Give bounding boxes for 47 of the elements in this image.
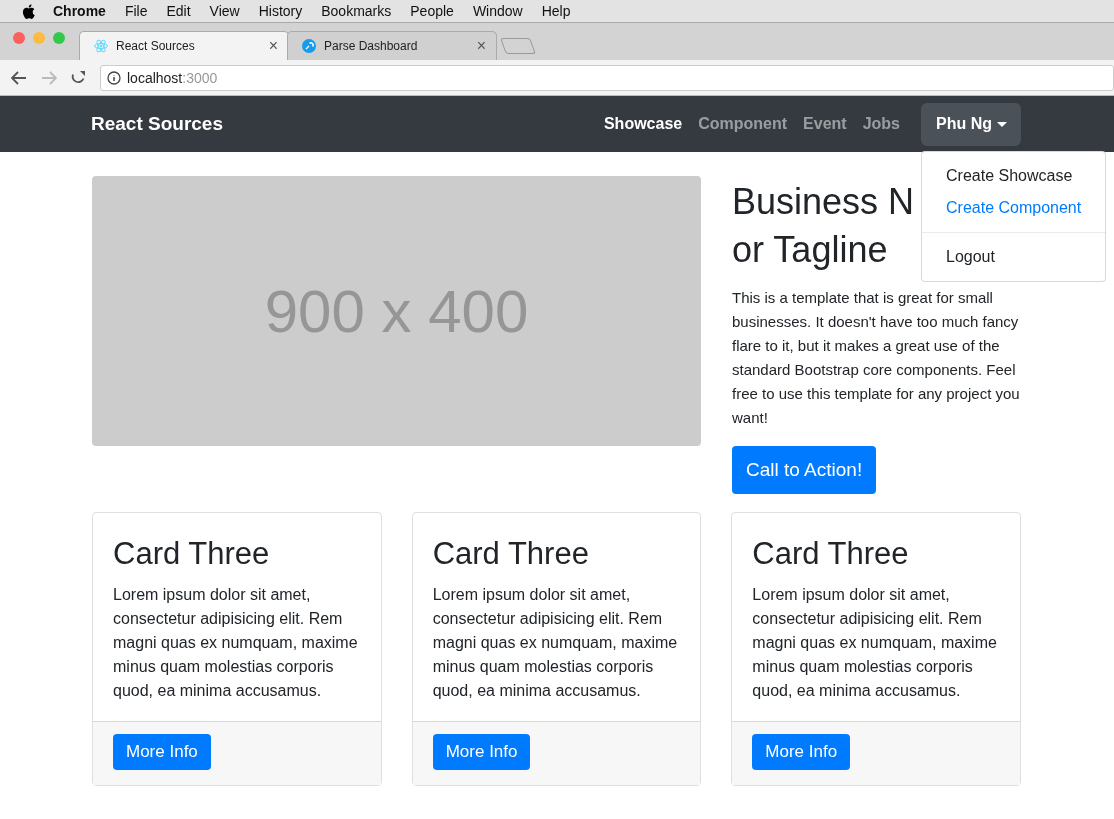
menu-item[interactable]: Bookmarks xyxy=(321,3,392,19)
menu-item[interactable]: View xyxy=(209,3,240,19)
menu-item[interactable]: Help xyxy=(541,3,571,19)
dropdown-item[interactable]: Logout xyxy=(922,240,1105,273)
nav-link[interactable]: Jobs xyxy=(862,115,900,133)
browser-tab[interactable]: Parse Dashboard × xyxy=(287,31,497,60)
menu-item[interactable]: Chrome xyxy=(53,3,106,19)
nav-link[interactable]: Showcase xyxy=(603,115,683,133)
user-menu-button[interactable]: Phu Ng xyxy=(921,102,1021,146)
more-info-button[interactable]: More Info xyxy=(113,734,211,770)
close-window-icon[interactable] xyxy=(13,32,25,44)
minimize-window-icon[interactable] xyxy=(33,32,45,44)
zoom-window-icon[interactable] xyxy=(53,32,65,44)
nav-link[interactable]: Event xyxy=(803,115,847,133)
close-icon[interactable]: × xyxy=(268,37,278,55)
call-to-action-button[interactable]: Call to Action! xyxy=(732,446,877,494)
card-text: Lorem ipsum dolor sit amet, consectetur adipisicing elit. Rem magni quas ex numquam, maxime minus quam molestias corporis quod, ea minima accusamus. xyxy=(113,585,359,701)
caret-icon xyxy=(997,121,1007,127)
menu-item[interactable]: Edit xyxy=(166,3,191,19)
menu-item[interactable]: History xyxy=(258,3,303,19)
browser-tab[interactable]: React Sources × xyxy=(79,31,289,60)
card-text: Lorem ipsum dolor sit amet, consectetur adipisicing elit. Rem magni quas ex numquam, maxime minus quam molestias corporis quod, ea minima accusamus. xyxy=(752,585,998,701)
menu-item[interactable]: File xyxy=(124,3,148,19)
info-icon xyxy=(107,70,121,85)
reload-icon[interactable] xyxy=(71,70,86,85)
menu-item[interactable]: Window xyxy=(472,3,523,19)
dropdown-item[interactable]: Create Component xyxy=(922,191,1105,224)
more-info-button[interactable]: More Info xyxy=(432,734,531,770)
back-icon[interactable] xyxy=(11,70,27,85)
hero-paragraph: This is a template that is great for small businesses. It doesn't have too much fancy flare to it, but it makes a great use of the standard Bootstrap core components. Feel free to use this template for any project you want! xyxy=(732,288,1021,428)
card-title: Card Three xyxy=(432,535,590,573)
hero-heading: Business N or Tagline xyxy=(732,180,915,272)
card-title: Card Three xyxy=(752,535,910,573)
address-field[interactable]: localhost:3000 xyxy=(100,64,1114,91)
new-tab-button[interactable] xyxy=(500,38,536,54)
forward-icon[interactable] xyxy=(41,70,57,85)
link-icon xyxy=(302,39,316,53)
nav-link[interactable]: Component xyxy=(698,115,788,133)
card-text: Lorem ipsum dolor sit amet, consectetur adipisicing elit. Rem magni quas ex numquam, maxime minus quam molestias corporis quod, ea minima accusamus. xyxy=(432,585,679,701)
dropdown-item[interactable]: Create Showcase xyxy=(922,159,1105,192)
apple-icon[interactable] xyxy=(22,3,35,19)
atom-icon xyxy=(94,39,108,53)
more-info-button[interactable]: More Info xyxy=(752,734,851,770)
menu-item[interactable]: People xyxy=(410,3,454,19)
card-title: Card Three xyxy=(113,535,271,573)
brand-link[interactable]: React Sources xyxy=(91,113,223,135)
close-icon[interactable]: × xyxy=(476,37,486,55)
